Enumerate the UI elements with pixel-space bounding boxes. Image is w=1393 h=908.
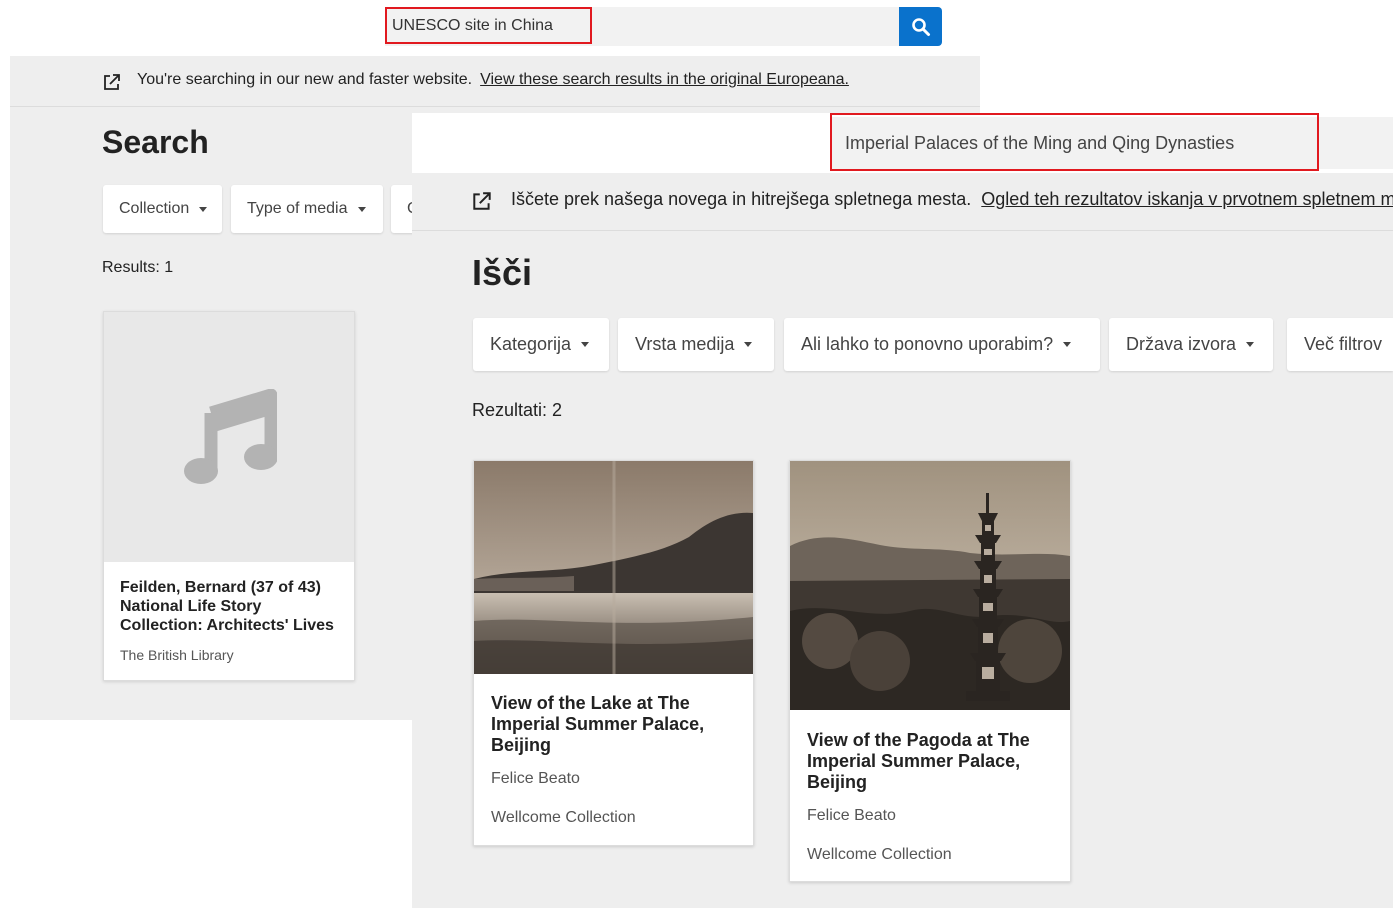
notice-text: Iščete prek našega novega in hitrejšega …	[511, 189, 1393, 210]
filter-more-filters-button[interactable]: Več filtrov	[1287, 318, 1393, 371]
search-query: Imperial Palaces of the Ming and Qing Dy…	[845, 133, 1235, 153]
filter-label: Type of media	[247, 200, 348, 217]
result-card[interactable]: Feilden, Bernard (37 of 43) National Lif…	[103, 311, 355, 681]
caret-down-icon	[1246, 342, 1255, 347]
slovenian-search-window: Imperial Palaces of the Ming and Qing Dy…	[412, 113, 1393, 908]
notice-text: You're searching in our new and faster w…	[137, 71, 849, 89]
card-creator: Felice Beato	[807, 807, 896, 824]
filter-label: Kategorija	[490, 334, 572, 354]
notice-message: You're searching in our new and faster w…	[137, 71, 473, 88]
result-card[interactable]: View of the Pagoda at The Imperial Summe…	[789, 460, 1071, 882]
card-media-placeholder	[104, 312, 354, 562]
card-source: Wellcome Collection	[807, 846, 952, 863]
results-count: Results: 1	[102, 259, 174, 276]
filter-vrsta-medija-button[interactable]: Vrsta medija	[618, 318, 774, 371]
original-europeana-link[interactable]: View these search results in the origina…	[480, 71, 849, 88]
card-title: View of the Pagoda at The Imperial Summe…	[807, 730, 1030, 792]
search-button[interactable]	[899, 7, 942, 46]
search-query: UNESCO site in China	[392, 17, 553, 34]
filter-drzava-izvora-button[interactable]: Država izvora	[1109, 318, 1273, 371]
card-title: Feilden, Bernard (37 of 43) National Lif…	[120, 579, 334, 634]
lake-photo-image	[474, 461, 753, 674]
caret-down-icon	[581, 342, 590, 347]
filter-label: Vrsta medija	[635, 334, 735, 354]
external-link-icon	[104, 74, 120, 90]
search-input[interactable]: Imperial Palaces of the Ming and Qing Dy…	[830, 117, 1393, 169]
caret-down-icon	[199, 206, 208, 212]
filter-kategorija-button[interactable]: Kategorija	[473, 318, 609, 371]
page-title: Search	[102, 124, 209, 160]
card-source: Wellcome Collection	[491, 809, 636, 826]
search-input[interactable]: UNESCO site in China	[385, 7, 899, 46]
filter-label: Collection	[119, 200, 190, 217]
music-note-icon	[184, 389, 277, 484]
search-page-content: Iščete prek našega novega in hitrejšega …	[412, 173, 1393, 908]
page-title: Išči	[472, 252, 533, 293]
pagoda-photo-image	[790, 461, 1070, 710]
results-count: Rezultati: 2	[472, 400, 563, 420]
notice-message: Iščete prek našega novega in hitrejšega …	[511, 189, 972, 209]
filter-label: Ali lahko to ponovno uporabim?	[801, 334, 1054, 354]
filter-label: Država izvora	[1126, 334, 1237, 354]
external-link-icon	[473, 192, 491, 210]
caret-down-icon	[357, 206, 366, 212]
new-website-notice: You're searching in our new and faster w…	[10, 56, 980, 107]
card-source: The British Library	[120, 647, 234, 663]
card-creator: Felice Beato	[491, 770, 580, 787]
caret-down-icon	[1063, 342, 1072, 347]
header-bar: UNESCO site in China	[0, 0, 980, 56]
filter-type-of-media-button[interactable]: Type of media	[231, 185, 383, 233]
result-card[interactable]: View of the Lake at The Imperial Summer …	[473, 460, 754, 846]
original-europeana-link[interactable]: Ogled teh rezultatov iskanja v prvotnem …	[981, 189, 1393, 209]
search-icon	[911, 17, 930, 36]
filter-reuse-button[interactable]: Ali lahko to ponovno uporabim?	[784, 318, 1100, 371]
header-bar: Imperial Palaces of the Ming and Qing Dy…	[412, 113, 1393, 173]
caret-down-icon	[744, 342, 753, 347]
card-title: View of the Lake at The Imperial Summer …	[491, 693, 705, 755]
filter-label: Več filtrov	[1304, 334, 1383, 354]
filter-collection-button[interactable]: Collection	[103, 185, 222, 233]
new-website-notice: Iščete prek našega novega in hitrejšega …	[412, 173, 1393, 231]
